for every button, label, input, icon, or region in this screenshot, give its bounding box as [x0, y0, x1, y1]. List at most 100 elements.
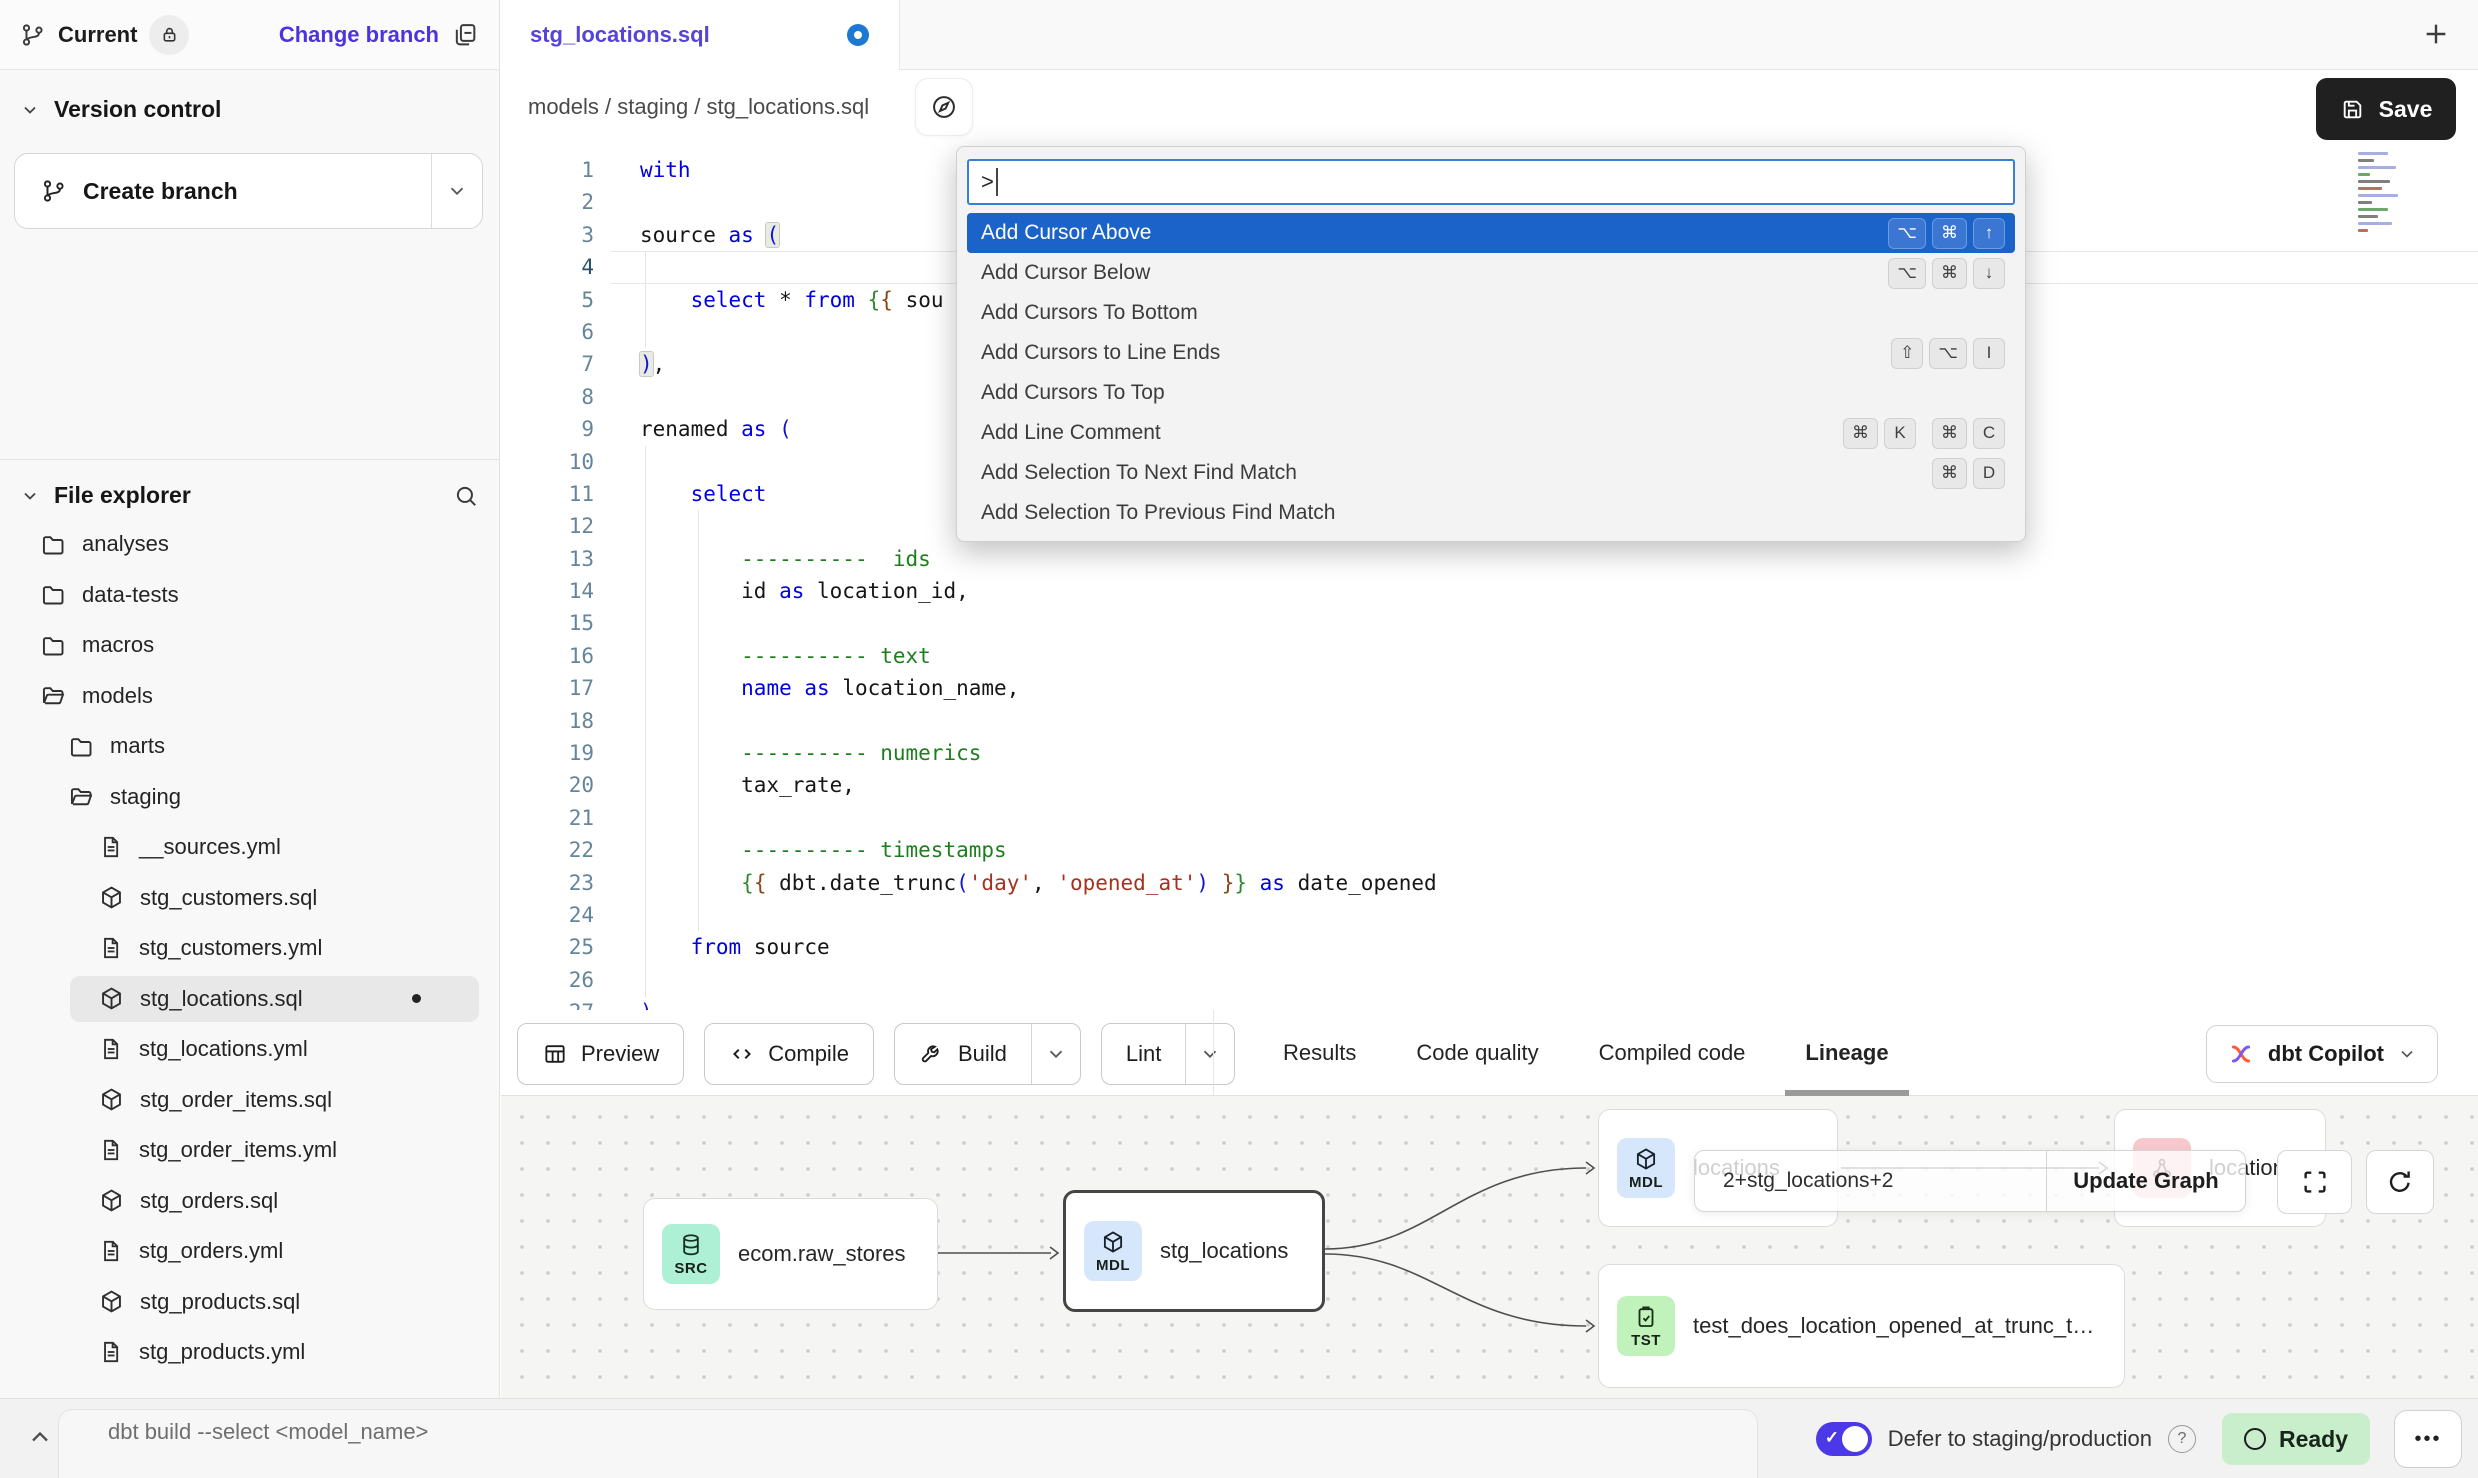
- version-control-header[interactable]: Version control: [0, 70, 499, 123]
- tab-results[interactable]: Results: [1283, 1010, 1356, 1096]
- line-number: 16: [501, 640, 594, 672]
- more-options-button[interactable]: •••: [2394, 1410, 2462, 1468]
- file-tree-item-macros[interactable]: macros: [0, 620, 499, 671]
- build-dropdown[interactable]: [1031, 1024, 1080, 1084]
- code-text: from source: [640, 931, 830, 963]
- lineage-node-stg_locations[interactable]: MDLstg_locations: [1063, 1190, 1325, 1312]
- file-tree-item-stg-order-items-sql[interactable]: stg_order_items.sql: [0, 1075, 499, 1126]
- tab-stg-locations[interactable]: stg_locations.sql: [500, 0, 900, 70]
- create-branch-dropdown[interactable]: [431, 154, 482, 228]
- file-tree-item-stg-order-items-yml[interactable]: stg_order_items.yml: [0, 1125, 499, 1176]
- tab-compiled-code[interactable]: Compiled code: [1599, 1010, 1746, 1096]
- file-tree-item-stg-locations-yml[interactable]: stg_locations.yml: [0, 1024, 499, 1075]
- code-line-17[interactable]: 17 name as location_name,: [501, 672, 2478, 704]
- code-line-16[interactable]: 16 ---------- text: [501, 640, 2478, 672]
- lock-icon: [160, 25, 179, 44]
- file-tree-item-analyses[interactable]: analyses: [0, 519, 499, 570]
- code-line-25[interactable]: 25 from source: [501, 931, 2478, 963]
- file-tree-item-stg-customers-sql[interactable]: stg_customers.sql: [0, 873, 499, 924]
- palette-item-label: Add Cursors To Bottom: [981, 301, 1198, 325]
- tab-lineage[interactable]: Lineage: [1805, 1010, 1888, 1096]
- key-badge: D: [1973, 458, 2005, 489]
- defer-toggle[interactable]: ✓: [1816, 1422, 1872, 1456]
- code-line-18[interactable]: 18: [501, 705, 2478, 737]
- compile-button[interactable]: Compile: [705, 1024, 873, 1084]
- model-cube-icon: [98, 1288, 125, 1315]
- file-tree-item-stg-orders-yml[interactable]: stg_orders.yml: [0, 1226, 499, 1277]
- file-tree-item-models[interactable]: models: [0, 671, 499, 722]
- file-tree-item-staging[interactable]: staging: [0, 772, 499, 823]
- palette-item-add-cursor-above[interactable]: Add Cursor Above⌥⌘↑: [967, 213, 2015, 253]
- file-explorer-header[interactable]: File explorer: [0, 460, 499, 509]
- preview-button[interactable]: Preview: [518, 1024, 683, 1084]
- file-tree-item-stg-customers-yml[interactable]: stg_customers.yml: [0, 923, 499, 974]
- palette-item-add-cursors-to-bottom[interactable]: Add Cursors To Bottom: [967, 293, 2015, 333]
- test-badge: TST: [1617, 1296, 1675, 1356]
- code-line-15[interactable]: 15: [501, 607, 2478, 639]
- refresh-button[interactable]: [2366, 1150, 2434, 1214]
- palette-item-add-cursor-below[interactable]: Add Cursor Below⌥⌘↓: [967, 253, 2015, 293]
- compass-icon[interactable]: [915, 78, 973, 136]
- lineage-selector-input[interactable]: 2+stg_locations+2: [1695, 1151, 2046, 1211]
- text-caret: [996, 168, 998, 196]
- badge-label: SRC: [674, 1260, 707, 1277]
- lineage-node-raw_stores[interactable]: SRCecom.raw_stores: [643, 1198, 938, 1310]
- palette-item-add-line-comment[interactable]: Add Line Comment⌘K⌘C: [967, 413, 2015, 453]
- minimap[interactable]: [2356, 148, 2416, 236]
- code-line-19[interactable]: 19 ---------- numerics: [501, 737, 2478, 769]
- code-text: ),: [640, 348, 665, 380]
- code-line-27[interactable]: 27): [501, 996, 2478, 1010]
- code-line-14[interactable]: 14 id as location_id,: [501, 575, 2478, 607]
- code-line-22[interactable]: 22 ---------- timestamps: [501, 834, 2478, 866]
- lineage-node-test[interactable]: TSTtest_does_location_opened_at_trunc_t…: [1598, 1264, 2125, 1388]
- document-icon: [98, 1238, 124, 1264]
- save-button[interactable]: Save: [2316, 78, 2456, 140]
- breadcrumb[interactable]: models / staging / stg_locations.sql: [528, 94, 869, 120]
- fullscreen-button[interactable]: [2277, 1150, 2352, 1214]
- chevron-up-icon[interactable]: [26, 1423, 54, 1451]
- unsaved-dot-icon: [847, 24, 869, 46]
- change-branch-link[interactable]: Change branch: [279, 22, 439, 48]
- copy-icon[interactable]: [451, 21, 479, 49]
- key-badge: C: [1973, 418, 2005, 449]
- file-tree-item-stg-products-yml[interactable]: stg_products.yml: [0, 1327, 499, 1378]
- update-graph-button[interactable]: Update Graph: [2047, 1151, 2245, 1211]
- dbt-copilot-button[interactable]: dbt Copilot: [2206, 1025, 2438, 1083]
- command-palette-input[interactable]: >: [967, 159, 2015, 205]
- file-tree-item-stg-locations-sql[interactable]: stg_locations.sql: [0, 974, 499, 1025]
- code-line-26[interactable]: 26: [501, 964, 2478, 996]
- file-tree-item--sources-yml[interactable]: __sources.yml: [0, 822, 499, 873]
- folder-open-icon: [40, 682, 67, 709]
- file-name: stg_locations.yml: [139, 1036, 308, 1062]
- dbt-ide-window: Current Change branch Version control: [0, 0, 2478, 1478]
- code-line-24[interactable]: 24: [501, 899, 2478, 931]
- lint-dropdown[interactable]: [1185, 1024, 1234, 1084]
- file-tree-item-stg-products-sql[interactable]: stg_products.sql: [0, 1277, 499, 1328]
- palette-item-add-cursors-to-top[interactable]: Add Cursors To Top: [967, 373, 2015, 413]
- file-tree-item-marts[interactable]: marts: [0, 721, 499, 772]
- button-label: Lint: [1126, 1041, 1161, 1067]
- tab-code-quality[interactable]: Code quality: [1416, 1010, 1538, 1096]
- lineage-canvas[interactable]: SRCecom.raw_storesMDLstg_locationsMDLloc…: [501, 1096, 2478, 1398]
- help-icon[interactable]: ?: [2168, 1425, 2196, 1453]
- palette-item-add-cursors-to-line-ends[interactable]: Add Cursors to Line Ends⇧⌥I: [967, 333, 2015, 373]
- build-button[interactable]: Build: [895, 1024, 1031, 1084]
- file-name: analyses: [82, 531, 169, 557]
- ready-status-button[interactable]: Ready: [2222, 1413, 2370, 1465]
- code-line-23[interactable]: 23 {{ dbt.date_trunc('day', 'opened_at')…: [501, 867, 2478, 899]
- palette-item-add-selection-to-previous-find-match[interactable]: Add Selection To Previous Find Match: [967, 493, 2015, 533]
- minimap-line: [2358, 194, 2398, 197]
- code-line-21[interactable]: 21: [501, 802, 2478, 834]
- code-line-20[interactable]: 20 tax_rate,: [501, 769, 2478, 801]
- new-tab-button[interactable]: [2420, 18, 2452, 50]
- search-icon[interactable]: [453, 483, 479, 509]
- line-number: 22: [501, 834, 594, 866]
- palette-item-add-selection-to-next-find-match[interactable]: Add Selection To Next Find Match⌘D: [967, 453, 2015, 493]
- key-badge: ⌘: [1932, 258, 1967, 289]
- dbt-copilot-label: dbt Copilot: [2268, 1041, 2384, 1067]
- lint-button[interactable]: Lint: [1102, 1024, 1185, 1084]
- file-tree-item-stg-orders-sql[interactable]: stg_orders.sql: [0, 1176, 499, 1227]
- code-line-13[interactable]: 13 ---------- ids: [501, 543, 2478, 575]
- file-tree-item-data-tests[interactable]: data-tests: [0, 570, 499, 621]
- create-branch-button[interactable]: Create branch: [15, 154, 431, 228]
